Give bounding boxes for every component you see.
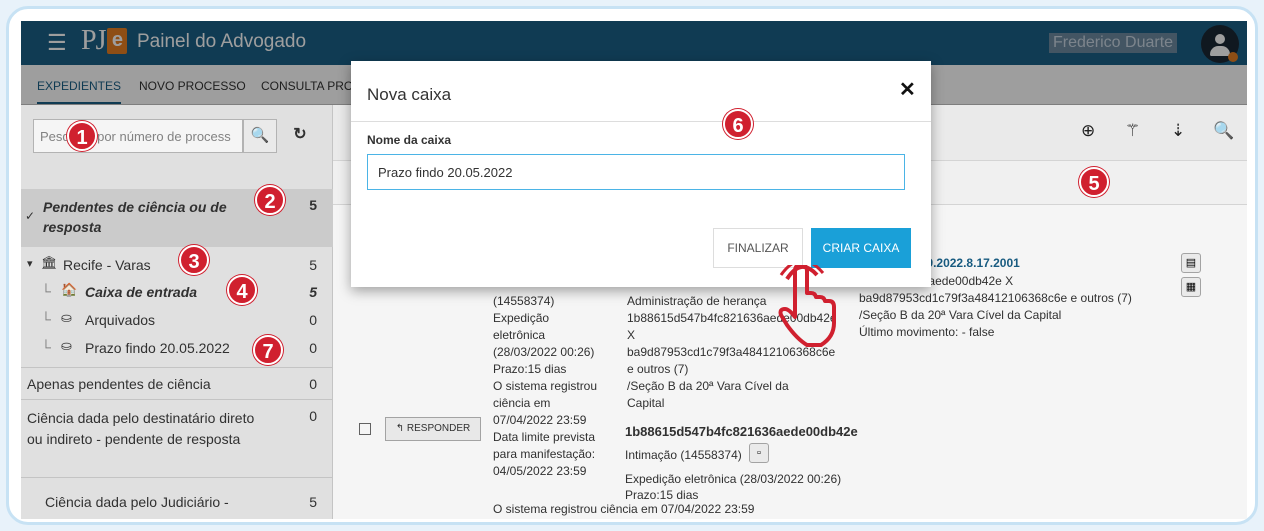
create-box-button[interactable]: CRIAR CAIXA	[811, 228, 911, 268]
close-icon[interactable]: ✕	[899, 77, 916, 102]
step-badge-3: 3	[179, 245, 209, 275]
step-badge-1: 1	[67, 121, 97, 151]
step-badge-7: 7	[253, 335, 283, 365]
nova-caixa-modal: Nova caixa ✕ Nome da caixa Prazo findo 2…	[351, 61, 931, 287]
field-label: Nome da caixa	[367, 133, 452, 147]
step-badge-6: 6	[723, 109, 753, 139]
step-badge-5: 5	[1079, 167, 1109, 197]
step-badge-2: 2	[255, 185, 285, 215]
step-badge-4: 4	[227, 275, 257, 305]
modal-divider	[351, 121, 931, 122]
pje-app: ☰ PJ e Painel do Advogado Frederico Duart…	[21, 21, 1247, 519]
box-name-input[interactable]: Prazo findo 20.05.2022	[367, 154, 905, 190]
finalize-button[interactable]: FINALIZAR	[713, 228, 803, 268]
modal-title: Nova caixa	[367, 85, 452, 104]
hand-pointer-icon	[778, 265, 836, 347]
illustration-frame: ☰ PJ e Painel do Advogado Frederico Duart…	[6, 6, 1258, 525]
